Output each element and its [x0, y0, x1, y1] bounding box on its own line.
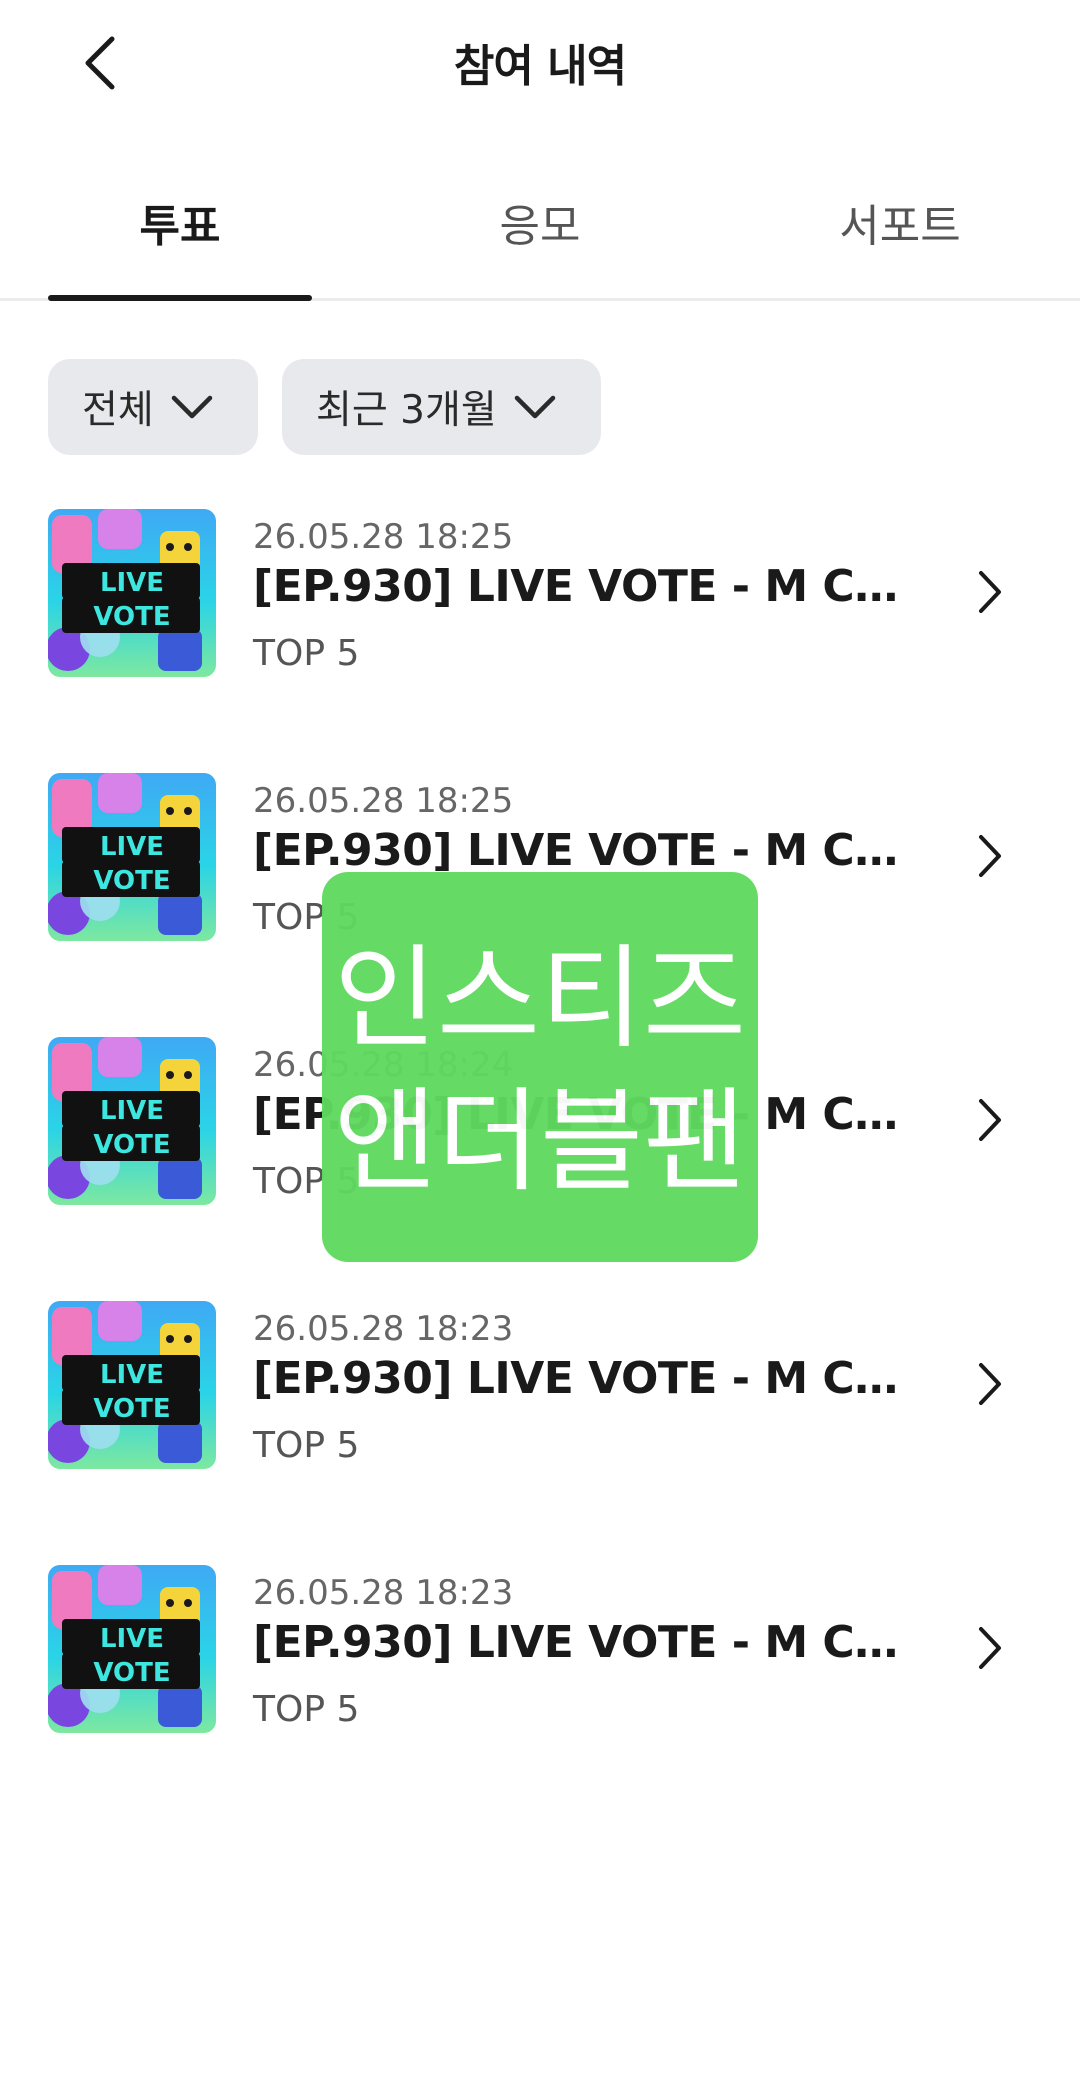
list-item[interactable]: LIVE VOTE 26.05.28 18:23 [EP.930] LIVE V…	[0, 1565, 1080, 1765]
list-item[interactable]: LIVE VOTE 26.05.28 18:23 [EP.930] LIVE V…	[0, 1301, 1080, 1501]
item-date: 26.05.28 18:23	[253, 1309, 514, 1349]
active-tab-indicator	[48, 295, 312, 301]
tab-support[interactable]: 서포트	[768, 190, 1032, 298]
header-bar: 참여 내역	[0, 0, 1080, 130]
tab-label: 응모	[499, 201, 581, 252]
item-title: [EP.930] LIVE VOTE - M COUNTDOWN	[253, 1617, 913, 1668]
filter-label: 최근 3개월	[316, 388, 497, 433]
watermark-line: 인스티즈	[334, 934, 746, 1064]
live-vote-thumbnail: LIVE VOTE	[48, 1565, 216, 1733]
watermark-text-graphic: 인스티즈 앤더블팬	[334, 934, 746, 1207]
thumb-label: VOTE	[93, 602, 170, 632]
chevron-right-icon	[979, 1627, 1001, 1669]
tab-label: 서포트	[839, 201, 961, 252]
list-item[interactable]: LIVE VOTE 26.05.28 18:25 [EP.930] LIVE V…	[0, 509, 1080, 709]
tab-entry[interactable]: 응모	[408, 190, 672, 298]
chevron-down-icon	[170, 394, 214, 420]
chevron-right-icon	[979, 1099, 1001, 1141]
item-subtitle: TOP 5	[253, 633, 360, 674]
item-date: 26.05.28 18:25	[253, 781, 514, 821]
thumb-label: LIVE	[100, 1360, 164, 1390]
live-vote-thumbnail: LIVE VOTE	[48, 509, 216, 677]
tab-vote[interactable]: 투표	[48, 190, 312, 298]
live-vote-thumbnail: LIVE VOTE	[48, 1301, 216, 1469]
page-title: 참여 내역	[453, 41, 627, 92]
thumb-label: LIVE	[100, 568, 164, 598]
item-date: 26.05.28 18:23	[253, 1573, 514, 1613]
thumb-label: VOTE	[93, 1130, 170, 1160]
filter-all-dropdown[interactable]: 전체	[48, 359, 258, 455]
thumb-label: VOTE	[93, 866, 170, 896]
filter-label: 전체	[82, 388, 154, 433]
item-subtitle: TOP 5	[253, 1689, 360, 1730]
tab-bar: 투표 응모 서포트	[0, 180, 1080, 301]
chevron-down-icon	[513, 394, 557, 420]
item-title: [EP.930] LIVE VOTE - M COUNTDOWN	[253, 825, 913, 876]
item-date: 26.05.28 18:25	[253, 517, 514, 557]
thumb-label: LIVE	[100, 832, 164, 862]
item-title: [EP.930] LIVE VOTE - M COUNTDOWN	[253, 561, 913, 612]
thumb-label: VOTE	[93, 1394, 170, 1424]
chevron-right-icon	[979, 1363, 1001, 1405]
item-title: [EP.930] LIVE VOTE - M COUNTDOWN	[253, 1353, 913, 1404]
watermark-sticker: 인스티즈 앤더블팬	[322, 872, 758, 1262]
live-vote-thumbnail: LIVE VOTE	[48, 1037, 216, 1205]
filter-period-dropdown[interactable]: 최근 3개월	[282, 359, 601, 455]
item-subtitle: TOP 5	[253, 1425, 360, 1466]
thumb-label: LIVE	[100, 1624, 164, 1654]
chevron-right-icon	[979, 571, 1001, 613]
watermark-line: 앤더블팬	[334, 1077, 746, 1207]
chevron-right-icon	[979, 835, 1001, 877]
tab-label: 투표	[139, 201, 221, 252]
live-vote-thumbnail: LIVE VOTE	[48, 773, 216, 941]
thumb-label: LIVE	[100, 1096, 164, 1126]
thumb-label: VOTE	[93, 1658, 170, 1688]
